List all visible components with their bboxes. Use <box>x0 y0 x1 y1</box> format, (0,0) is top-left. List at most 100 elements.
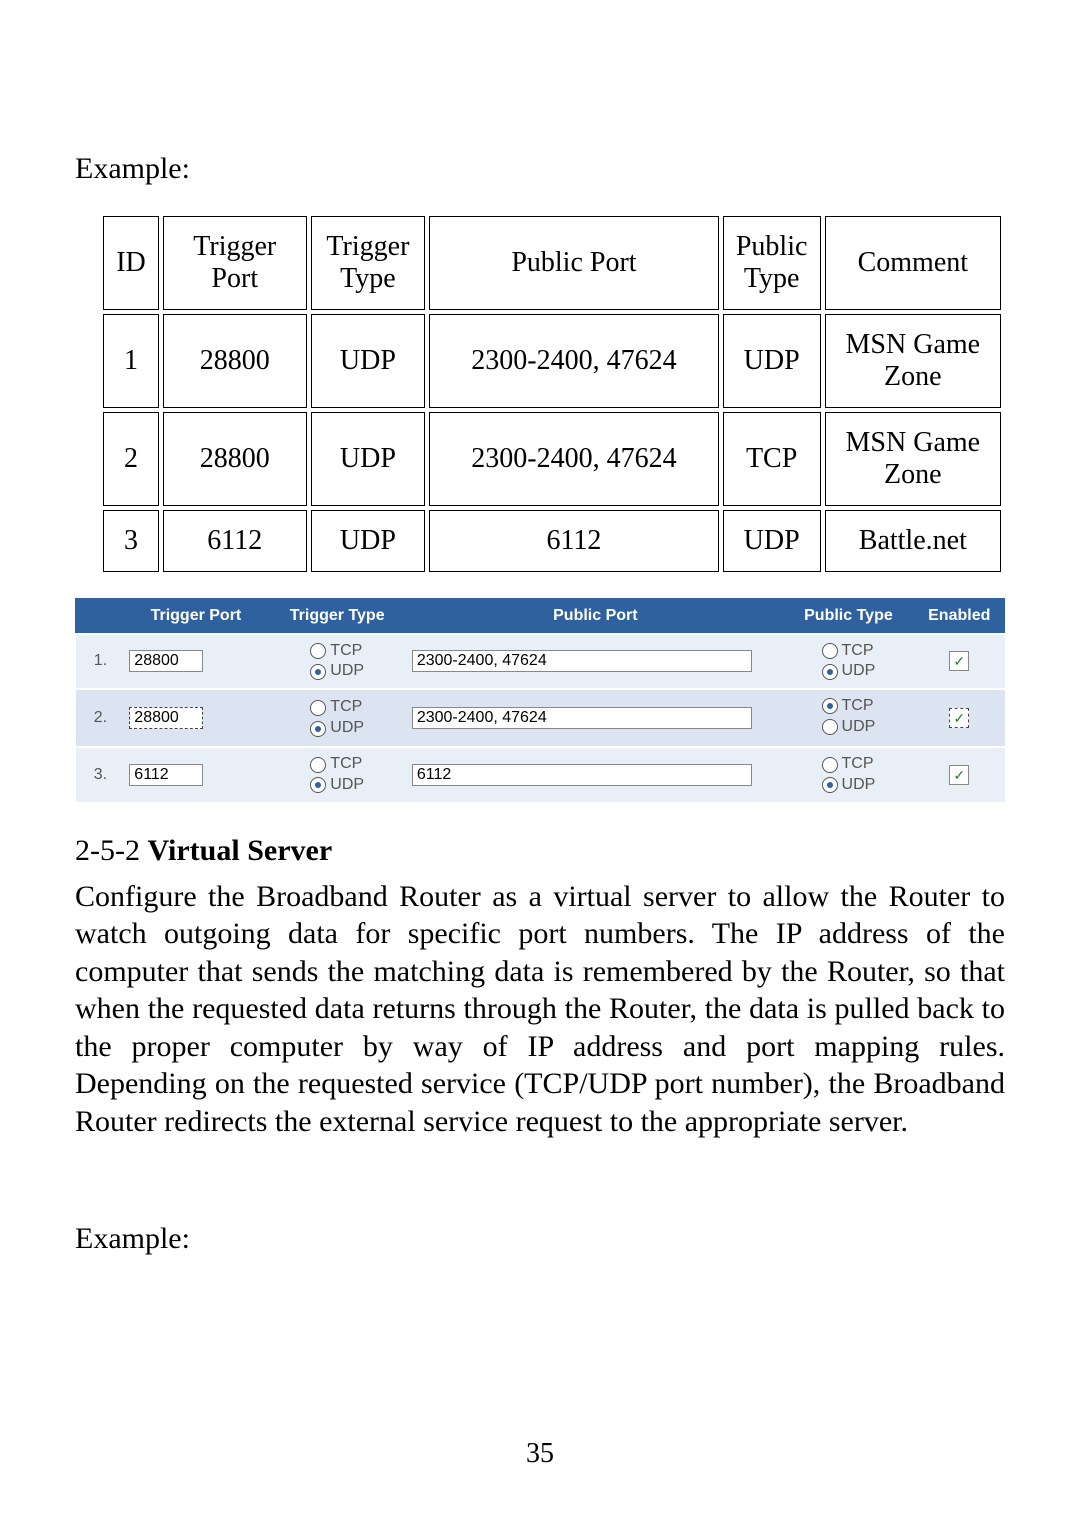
example-row: 3 6112 UDP 6112 UDP Battle.net <box>103 510 1001 572</box>
example-row: 2 28800 UDP 2300-2400, 47624 TCP MSN Gam… <box>103 412 1001 506</box>
trigger-port-input[interactable] <box>129 707 203 729</box>
public-type-udp-radio-label: UDP <box>842 775 876 796</box>
section-number: 2-5-2 <box>75 834 140 867</box>
example-cell-public-port: 2300-2400, 47624 <box>429 314 718 408</box>
trigger-type-udp-radio-label: UDP <box>330 775 364 796</box>
ui-cell-public-type: TCPUDP <box>783 747 914 803</box>
public-type-udp-radio[interactable] <box>822 664 838 680</box>
ui-cell-trigger-type: TCPUDP <box>267 747 408 803</box>
example-cell-public-port: 6112 <box>429 510 718 572</box>
trigger-port-input[interactable] <box>129 650 203 672</box>
ui-cell-enabled: ✓ <box>914 689 1005 747</box>
public-type-udp-radio[interactable] <box>822 777 838 793</box>
ui-cell-public-type: TCPUDP <box>783 634 914 690</box>
example-header-public-port: Public Port <box>429 216 718 310</box>
example-cell-id: 1 <box>103 314 159 408</box>
public-type-tcp-radio-label: TCP <box>842 754 874 775</box>
trigger-type-tcp-radio-label: TCP <box>330 641 362 662</box>
ui-header-public-port: Public Port <box>408 598 783 634</box>
section-heading: 2-5-2 Virtual Server <box>75 834 1005 868</box>
ui-cell-trigger-port <box>125 634 266 690</box>
ui-cell-trigger-type: TCPUDP <box>267 634 408 690</box>
ui-row: 1.TCPUDPTCPUDP✓ <box>76 634 1005 690</box>
trigger-type-tcp-radio[interactable] <box>310 643 326 659</box>
example-header-comment: Comment <box>825 216 1001 310</box>
example-cell-id: 2 <box>103 412 159 506</box>
example-heading: Example: <box>75 150 1005 188</box>
public-type-tcp-radio[interactable] <box>822 698 838 714</box>
example-cell-trigger-type: UDP <box>311 510 426 572</box>
public-type-radio-group: TCPUDP <box>822 754 876 796</box>
example-cell-trigger-port: 28800 <box>163 314 307 408</box>
public-port-input[interactable] <box>412 764 752 786</box>
ui-header-blank <box>76 598 126 634</box>
public-type-tcp-radio-label: TCP <box>842 696 874 717</box>
public-port-input[interactable] <box>412 707 752 729</box>
trigger-type-udp-radio[interactable] <box>310 664 326 680</box>
example-cell-trigger-type: UDP <box>311 314 426 408</box>
public-type-radio-group: TCPUDP <box>822 696 876 738</box>
public-port-input[interactable] <box>412 650 752 672</box>
public-type-radio-group: TCPUDP <box>822 641 876 683</box>
example-cell-public-port: 2300-2400, 47624 <box>429 412 718 506</box>
ui-header-trigger-type: Trigger Type <box>267 598 408 634</box>
public-type-udp-radio[interactable] <box>822 719 838 735</box>
ui-cell-id: 2. <box>76 689 126 747</box>
ui-cell-trigger-port <box>125 747 266 803</box>
ui-cell-id: 1. <box>76 634 126 690</box>
public-type-tcp-radio[interactable] <box>822 757 838 773</box>
public-type-tcp-radio-label: TCP <box>842 641 874 662</box>
ui-cell-public-port <box>408 747 783 803</box>
example-row: 1 28800 UDP 2300-2400, 47624 UDP MSN Gam… <box>103 314 1001 408</box>
trigger-type-udp-radio[interactable] <box>310 777 326 793</box>
trigger-type-tcp-radio-label: TCP <box>330 697 362 718</box>
ui-header-enabled: Enabled <box>914 598 1005 634</box>
section-title: Virtual Server <box>147 834 332 867</box>
trigger-type-udp-radio[interactable] <box>310 721 326 737</box>
public-type-udp-radio-label: UDP <box>842 661 876 682</box>
ui-cell-trigger-type: TCPUDP <box>267 689 408 747</box>
ui-cell-trigger-port <box>125 689 266 747</box>
ui-cell-public-port <box>408 689 783 747</box>
page-number: 35 <box>0 1438 1080 1470</box>
ui-row: 2.TCPUDPTCPUDP✓ <box>76 689 1005 747</box>
public-type-tcp-radio[interactable] <box>822 643 838 659</box>
enabled-checkbox[interactable]: ✓ <box>949 708 969 728</box>
example-header-public-type: Public Type <box>723 216 821 310</box>
ui-table: Trigger Port Trigger Type Public Port Pu… <box>75 598 1005 804</box>
example-heading-2: Example: <box>75 1220 1005 1258</box>
trigger-type-tcp-radio[interactable] <box>310 700 326 716</box>
public-type-udp-radio-label: UDP <box>842 717 876 738</box>
example-table: ID Trigger Port Trigger Type Public Port… <box>99 212 1005 576</box>
trigger-port-input[interactable] <box>129 764 203 786</box>
example-header-trigger-type: Trigger Type <box>311 216 426 310</box>
trigger-type-radio-group: TCPUDP <box>310 754 364 796</box>
ui-header-trigger-port: Trigger Port <box>125 598 266 634</box>
example-cell-comment: MSN Game Zone <box>825 412 1001 506</box>
trigger-type-udp-radio-label: UDP <box>330 661 364 682</box>
enabled-checkbox[interactable]: ✓ <box>949 651 969 671</box>
example-cell-public-type: UDP <box>723 510 821 572</box>
trigger-type-udp-radio-label: UDP <box>330 718 364 739</box>
ui-row: 3.TCPUDPTCPUDP✓ <box>76 747 1005 803</box>
ui-header-public-type: Public Type <box>783 598 914 634</box>
section-paragraph: Configure the Broadband Router as a virt… <box>75 878 1005 1141</box>
example-header-trigger-port: Trigger Port <box>163 216 307 310</box>
example-cell-trigger-type: UDP <box>311 412 426 506</box>
example-cell-trigger-port: 6112 <box>163 510 307 572</box>
trigger-type-tcp-radio-label: TCP <box>330 754 362 775</box>
ui-cell-enabled: ✓ <box>914 747 1005 803</box>
ui-cell-public-port <box>408 634 783 690</box>
trigger-type-tcp-radio[interactable] <box>310 757 326 773</box>
example-cell-id: 3 <box>103 510 159 572</box>
example-cell-comment: Battle.net <box>825 510 1001 572</box>
enabled-checkbox[interactable]: ✓ <box>949 765 969 785</box>
example-header-id: ID <box>103 216 159 310</box>
example-cell-comment: MSN Game Zone <box>825 314 1001 408</box>
example-cell-trigger-port: 28800 <box>163 412 307 506</box>
ui-cell-id: 3. <box>76 747 126 803</box>
ui-cell-public-type: TCPUDP <box>783 689 914 747</box>
trigger-type-radio-group: TCPUDP <box>310 641 364 683</box>
trigger-type-radio-group: TCPUDP <box>310 697 364 739</box>
ui-cell-enabled: ✓ <box>914 634 1005 690</box>
